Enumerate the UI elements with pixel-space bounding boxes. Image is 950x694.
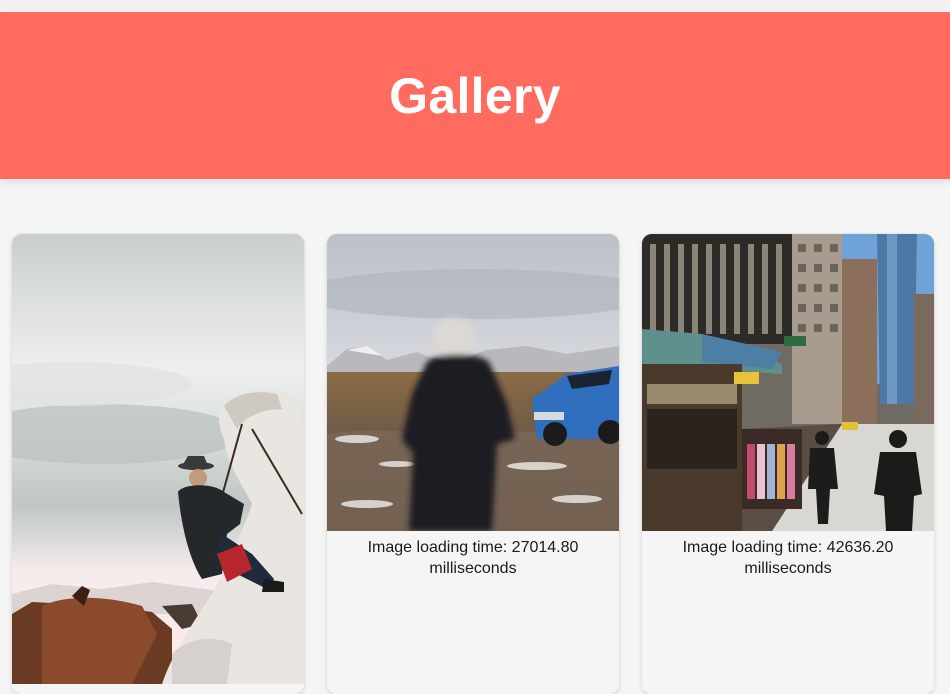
image-loading-time-caption: Image loading time: 42636.20 millisecond… [682,539,894,577]
gallery-card[interactable] [12,234,304,694]
gallery-card[interactable]: Image loading time: 27014.80 millisecond… [327,234,619,694]
page-header: Gallery [0,12,950,179]
person-in-winter-coat-photo [327,234,619,531]
page-title: Gallery [389,67,561,124]
image-loading-time-caption: Image loading time: 27014.80 millisecond… [367,539,579,577]
cowboy-on-white-horse-photo [12,234,304,684]
city-street-scene-photo [642,234,934,531]
top-status-strip [0,0,950,12]
gallery-card[interactable]: Image loading time: 42636.20 millisecond… [642,234,934,694]
